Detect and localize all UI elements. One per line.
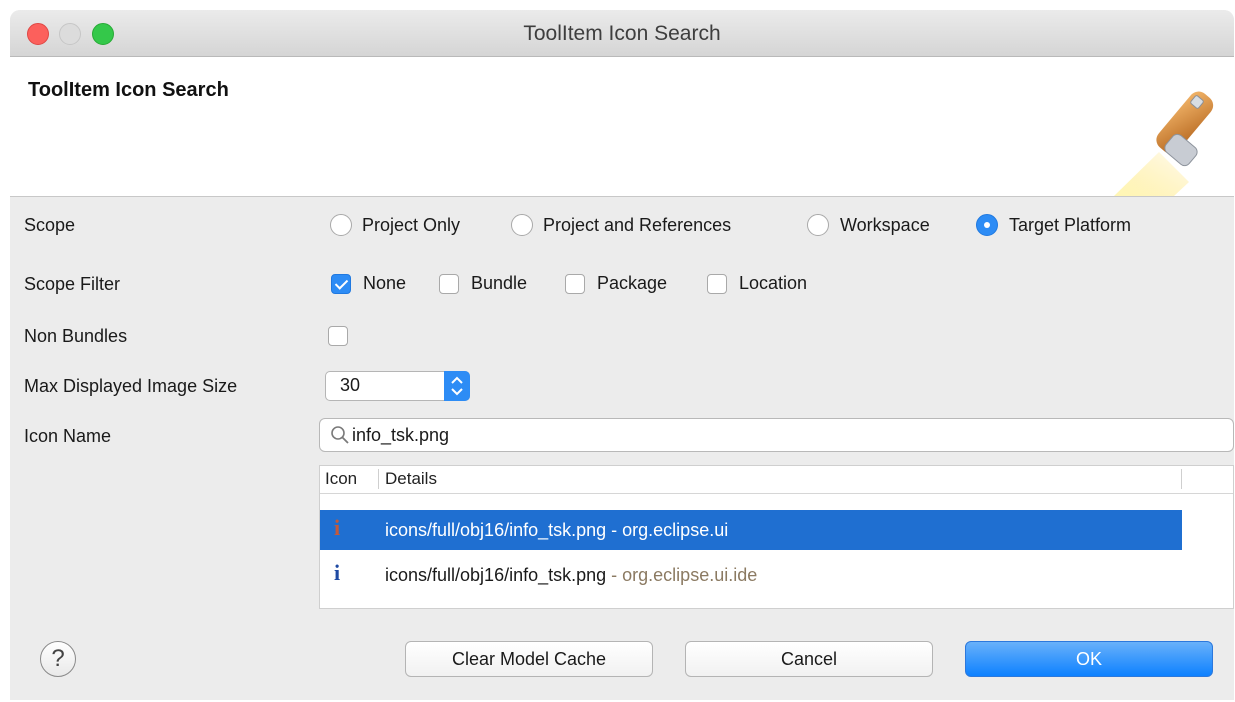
row-path: icons/full/obj16/info_tsk.png bbox=[385, 520, 607, 540]
scope-workspace-radio[interactable] bbox=[807, 214, 829, 236]
row-details: icons/full/obj16/info_tsk.png - org.ecli… bbox=[385, 565, 757, 586]
scope-project-only-radio[interactable] bbox=[330, 214, 352, 236]
filter-location-label[interactable]: Location bbox=[739, 273, 807, 294]
column-header-details[interactable]: Details bbox=[385, 469, 437, 489]
scope-label: Scope bbox=[24, 215, 76, 235]
max-image-size-select[interactable]: 30 bbox=[325, 371, 470, 401]
help-button[interactable]: ? bbox=[40, 641, 76, 677]
info-icon: i bbox=[334, 515, 341, 540]
non-bundles-label: Non Bundles bbox=[24, 326, 128, 346]
scope-target-platform-radio[interactable] bbox=[976, 214, 998, 236]
column-header-icon[interactable]: Icon bbox=[325, 469, 357, 489]
scope-filter-label: Scope Filter bbox=[24, 274, 121, 294]
flashlight-icon bbox=[1114, 91, 1214, 196]
column-separator bbox=[378, 469, 379, 489]
table-row[interactable]: i icons/full/obj16/info_tsk.png - org.ec… bbox=[320, 555, 1182, 595]
ok-button[interactable]: OK bbox=[965, 641, 1213, 677]
dialog-window: ToolItem Icon Search ToolItem Icon Searc… bbox=[10, 10, 1234, 700]
title-bar[interactable]: ToolItem Icon Search bbox=[10, 10, 1234, 57]
row-details: icons/full/obj16/info_tsk.png - org.ecli… bbox=[385, 520, 728, 541]
row-plugin: - org.eclipse.ui bbox=[606, 520, 729, 540]
results-table[interactable]: Icon Details i icons/full/obj16/info_tsk… bbox=[319, 465, 1234, 609]
filter-package-checkbox[interactable] bbox=[565, 274, 585, 294]
clear-model-cache-button[interactable]: Clear Model Cache bbox=[405, 641, 653, 677]
non-bundles-checkbox[interactable] bbox=[328, 326, 348, 346]
scope-project-only-label[interactable]: Project Only bbox=[362, 215, 460, 236]
filter-location-checkbox[interactable] bbox=[707, 274, 727, 294]
icon-name-search-value: info_tsk.png bbox=[352, 425, 450, 445]
info-icon: i bbox=[334, 560, 341, 585]
updown-arrows-icon[interactable] bbox=[444, 371, 470, 401]
window-title: ToolItem Icon Search bbox=[523, 22, 721, 45]
scope-workspace-label[interactable]: Workspace bbox=[840, 215, 930, 236]
filter-bundle-label[interactable]: Bundle bbox=[471, 273, 527, 294]
scope-target-platform-label[interactable]: Target Platform bbox=[1009, 215, 1131, 236]
filter-bundle-checkbox[interactable] bbox=[439, 274, 459, 294]
max-image-size-label: Max Displayed Image Size bbox=[24, 376, 238, 396]
row-path: icons/full/obj16/info_tsk.png bbox=[385, 565, 607, 585]
column-separator bbox=[1181, 469, 1182, 489]
filter-package-label[interactable]: Package bbox=[597, 273, 667, 294]
banner-title: ToolItem Icon Search bbox=[28, 79, 229, 101]
scope-project-references-label[interactable]: Project and References bbox=[543, 215, 731, 236]
icon-name-label: Icon Name bbox=[24, 426, 112, 446]
dialog-banner: ToolItem Icon Search bbox=[10, 57, 1234, 197]
table-row[interactable]: i icons/full/obj16/info_tsk.png - org.ec… bbox=[320, 510, 1182, 550]
max-image-size-value: 30 bbox=[340, 375, 361, 395]
search-icon bbox=[331, 426, 349, 444]
filter-none-label[interactable]: None bbox=[363, 273, 406, 294]
table-header: Icon Details bbox=[320, 466, 1233, 494]
icon-name-search-field[interactable]: info_tsk.png bbox=[319, 418, 1234, 452]
scope-project-references-radio[interactable] bbox=[511, 214, 533, 236]
cancel-button[interactable]: Cancel bbox=[685, 641, 933, 677]
row-plugin: - org.eclipse.ui.ide bbox=[606, 565, 758, 585]
filter-none-checkbox[interactable] bbox=[331, 274, 351, 294]
